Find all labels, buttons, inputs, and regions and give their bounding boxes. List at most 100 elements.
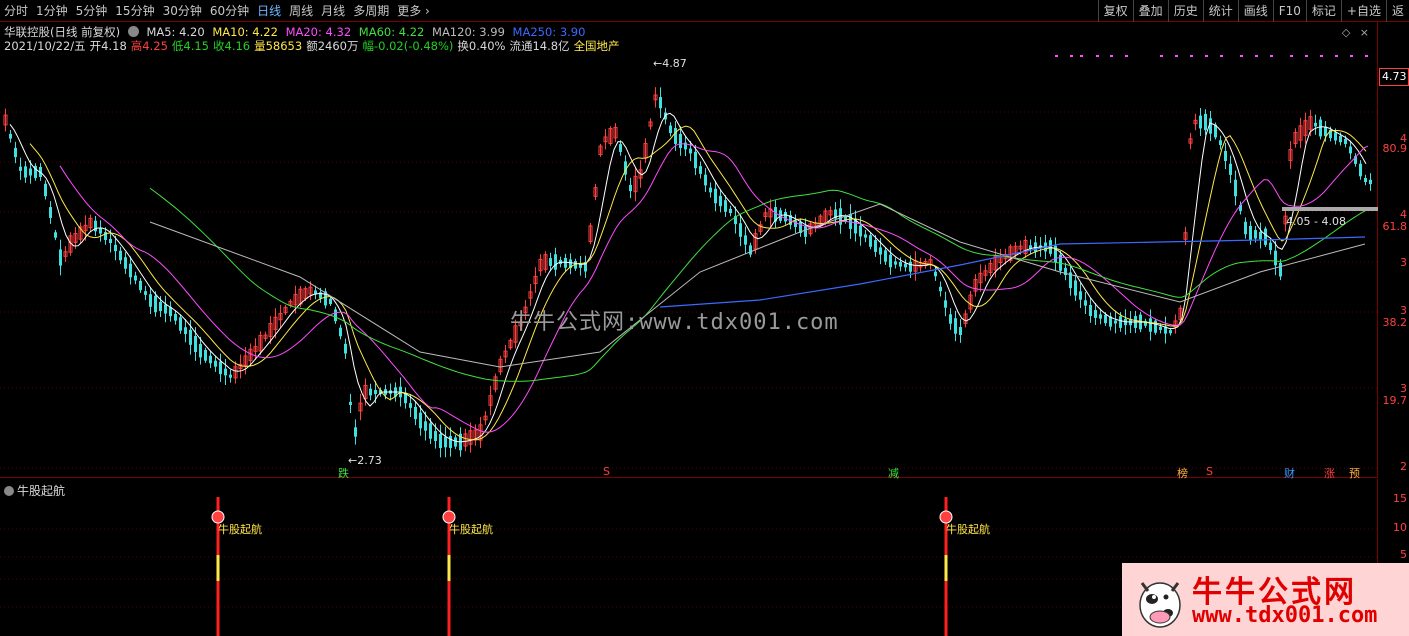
signal-dot	[1175, 55, 1178, 57]
tab-period-15min[interactable]: 15分钟	[111, 0, 158, 22]
candle-body-down	[714, 188, 717, 204]
candle-body-down	[1204, 113, 1207, 131]
ma60-value: MA60: 4.22	[358, 25, 425, 39]
axis-label-5: 3	[1400, 256, 1407, 269]
candle-body-down	[154, 295, 157, 313]
amount-value: 2460万	[317, 39, 359, 53]
history-button[interactable]: 历史	[1167, 0, 1203, 22]
candle-body-down	[49, 207, 52, 218]
tab-period-weekly[interactable]: 周线	[285, 0, 317, 22]
candle-body-down	[1089, 304, 1092, 317]
close-icon[interactable]: ×	[1360, 26, 1369, 39]
candle-body-down	[949, 314, 952, 324]
marker-s2[interactable]: S	[1206, 465, 1213, 478]
candle-body-down	[619, 144, 622, 152]
signal-bar-red	[447, 581, 451, 636]
candle-body-down	[139, 280, 142, 291]
mark-button[interactable]: 标记	[1305, 0, 1341, 22]
signal-bar-red	[944, 581, 948, 636]
candle-body-down	[429, 423, 432, 439]
overlay-button[interactable]: 叠加	[1132, 0, 1168, 22]
candle-body-down	[134, 275, 137, 281]
candle-body-down	[419, 412, 422, 429]
add-watchlist-button[interactable]: +自选	[1340, 0, 1386, 22]
candle-body-down	[1219, 140, 1222, 146]
candle-body-down	[109, 238, 112, 244]
candle-body-down	[694, 151, 697, 169]
tab-period-daily[interactable]: 日线	[253, 0, 285, 22]
f10-button[interactable]: F10	[1272, 0, 1306, 22]
tab-period-fenshi[interactable]: 分时	[0, 0, 32, 22]
candle-body-down	[704, 174, 707, 186]
candle-body-down	[884, 250, 887, 262]
candle-body-down	[54, 232, 57, 238]
marker-s1[interactable]: S	[603, 465, 610, 478]
turnover-value: 0.40%	[468, 39, 506, 53]
range-bar	[1282, 207, 1378, 211]
candle-body-down	[1104, 314, 1107, 324]
settings-circle-icon[interactable]	[127, 26, 139, 37]
signal-dot	[1320, 55, 1323, 57]
back-button[interactable]: 返	[1385, 0, 1409, 22]
settings-circle-icon[interactable]	[4, 486, 14, 496]
candle-body-down	[149, 294, 152, 307]
candle-body-down	[449, 436, 452, 448]
ma-line	[149, 187, 1367, 382]
candle-body-down	[179, 317, 182, 331]
kline-canvas[interactable]	[0, 22, 1378, 478]
chevron-right-icon: ›	[421, 4, 430, 18]
candle-body-down	[144, 291, 147, 295]
ma250-value: MA250: 3.90	[512, 25, 586, 39]
candle-body-down	[194, 336, 197, 352]
kline-chart[interactable]: 华联控股(日线 前复权) MA5: 4.20 MA10: 4.22 MA20: …	[0, 22, 1378, 480]
fuquan-button[interactable]: 复权	[1097, 0, 1133, 22]
diamond-icon[interactable]: ◇	[1342, 26, 1350, 39]
signal-dot	[1220, 55, 1223, 57]
candle-body-down	[184, 327, 187, 335]
signal-dot	[1365, 55, 1368, 57]
signal-dot	[1335, 55, 1338, 57]
low-label: 低	[171, 39, 184, 53]
draw-line-button[interactable]: 画线	[1237, 0, 1273, 22]
candle-body-down	[339, 327, 342, 337]
candle-body-down	[14, 147, 17, 158]
ma120-value: MA120: 3.99	[432, 25, 505, 39]
stock-title[interactable]: 华联控股(日线 前复权)	[4, 25, 120, 39]
candle-body-down	[344, 343, 347, 354]
candle-body-down	[1249, 225, 1252, 241]
candle-body-down	[124, 257, 127, 269]
tab-period-more[interactable]: 更多 ›	[393, 0, 434, 22]
candle-body-down	[709, 187, 712, 193]
high-label: 高	[130, 39, 143, 53]
open-label: 开	[89, 39, 102, 53]
candle-body-down	[1154, 320, 1157, 333]
tab-period-monthly[interactable]: 月线	[317, 0, 349, 22]
indicator-title[interactable]: 牛股起航	[4, 482, 65, 499]
high-point-label: ←4.87	[653, 57, 687, 70]
tab-period-1min[interactable]: 1分钟	[32, 0, 72, 22]
ma-line	[29, 125, 1367, 441]
candle-body-down	[1279, 262, 1282, 277]
tab-period-30min[interactable]: 30分钟	[159, 0, 206, 22]
candle-body-down	[1359, 163, 1362, 177]
tab-period-5min[interactable]: 5分钟	[72, 0, 112, 22]
axis-label-10: 2	[1400, 460, 1407, 473]
candle-body-down	[1369, 179, 1372, 185]
candle-body-down	[794, 220, 797, 227]
price-axis: 4.73 4 80.9 4 61.8 3 3 38.2 3 19.7 2 15 …	[1379, 22, 1409, 636]
tab-period-60min[interactable]: 60分钟	[206, 0, 253, 22]
candle-body-down	[1169, 330, 1172, 334]
period-toolbar: 分时 1分钟 5分钟 15分钟 30分钟 60分钟 日线 周线 月线 多周期 更…	[0, 0, 1409, 22]
tab-period-multi[interactable]: 多周期	[349, 0, 393, 22]
stats-button[interactable]: 统计	[1202, 0, 1238, 22]
candle-body-down	[229, 374, 232, 378]
ma-line	[9, 112, 1367, 443]
candle-body-down	[909, 261, 912, 272]
candle-body-down	[659, 97, 662, 109]
candle-body-down	[1094, 310, 1097, 318]
sector-name[interactable]: 全国地产	[574, 39, 620, 53]
candle-body-down	[944, 300, 947, 308]
site-watermark: 牛牛公式网:www.tdx001.com	[510, 310, 839, 335]
signal-dot	[1240, 55, 1243, 57]
signal-bar-yellow	[216, 555, 220, 581]
